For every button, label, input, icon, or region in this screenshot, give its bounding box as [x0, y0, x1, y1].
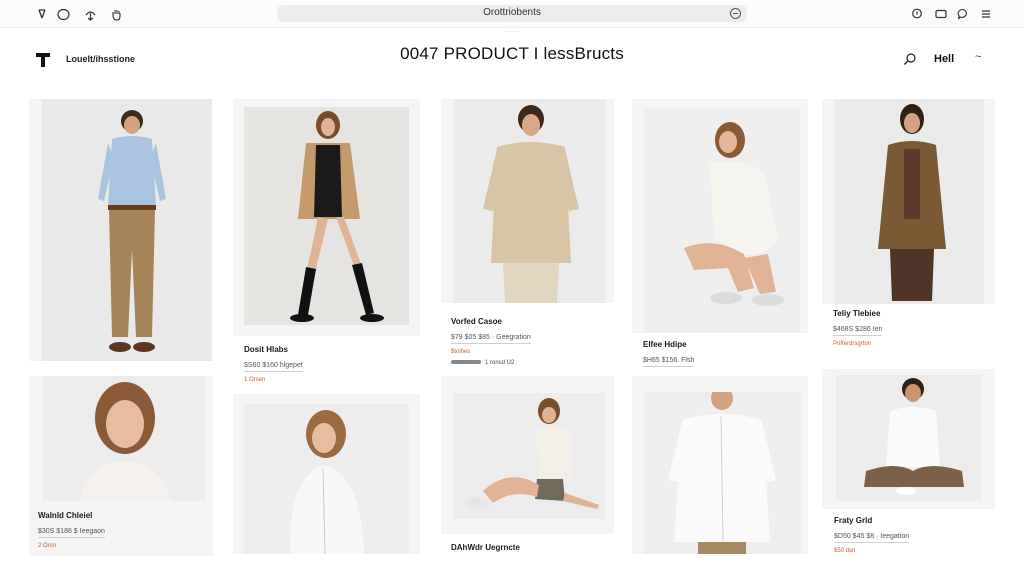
color-swatch[interactable] [451, 360, 481, 365]
hand-icon[interactable] [108, 6, 124, 22]
product-card[interactable]: Fraty Grld $D50 $45 $8 · Ieegation $50 d… [822, 369, 995, 554]
search-icon[interactable] [903, 52, 917, 66]
product-info: Teliy Tlebiee $468S $286 Ien Prifterdrsg… [833, 309, 883, 347]
back-icon[interactable] [34, 6, 50, 22]
share-icon[interactable] [82, 6, 98, 22]
product-price: $D50 $45 $8 · Ieegation [834, 533, 910, 543]
browser-toolbar: Orottriobents [0, 0, 1024, 28]
product-image[interactable] [244, 404, 409, 554]
product-image[interactable] [644, 108, 800, 333]
product-image[interactable] [453, 393, 605, 519]
product-card[interactable]: Vorfed Casoe $79 $05 $85 · Geegration $t… [441, 99, 614, 366]
product-info: Vorfed Casoe $79 $05 $85 · Geegration $t… [451, 317, 531, 366]
product-name[interactable]: Dosit Hlabs [244, 345, 303, 354]
product-card[interactable]: Elfee Hdipe $H65 $156. Flsh [632, 99, 808, 367]
product-info: DAhWdr Uegrncte [451, 543, 520, 552]
product-image[interactable] [453, 99, 606, 303]
product-price: $79 $05 $85 · Geegration [451, 334, 531, 344]
minus-circle-icon[interactable] [730, 8, 741, 19]
product-name[interactable]: Walnld Chleiel [38, 511, 105, 520]
product-stock: $50 dsn [834, 548, 856, 554]
product-card[interactable]: Dosit Hlabs $S60 $160 hlgepet 1 Orsen [233, 99, 420, 383]
chat-bubble-icon[interactable] [955, 6, 971, 22]
location-pin-icon[interactable] [909, 6, 925, 22]
page-title: 0047 PRODUCT I lessBructs [400, 44, 624, 63]
product-name[interactable]: Teliy Tlebiee [833, 309, 882, 318]
product-name[interactable]: Vorfed Casoe [451, 317, 531, 326]
product-image[interactable] [43, 376, 205, 501]
product-card[interactable]: DAhWdr Uegrncte [441, 376, 614, 552]
circle-icon[interactable] [55, 6, 71, 22]
product-price: $S60 $160 hlgepet [244, 362, 303, 372]
url-text: Orottriobents [483, 7, 541, 18]
menu-icon[interactable] [978, 6, 994, 22]
product-card[interactable] [29, 99, 212, 361]
product-name[interactable]: DAhWdr Uegrncte [451, 543, 520, 552]
product-info: Walnld Chleiel $30S $186 $ Ieegaon 2 Ors… [38, 511, 105, 549]
product-image[interactable] [644, 392, 801, 554]
window-icon[interactable] [933, 6, 949, 22]
product-price: $30S $186 $ Ieegaon [38, 528, 105, 538]
product-image[interactable] [42, 99, 212, 361]
product-card[interactable] [632, 376, 808, 554]
address-bar[interactable]: Orottriobents [277, 5, 747, 22]
product-card[interactable] [233, 394, 420, 554]
url-subtext: · · · · · [505, 29, 519, 35]
product-card[interactable]: Walnld Chleiel $30S $186 $ Ieegaon 2 Ors… [29, 376, 213, 556]
product-price: $H65 $156. Flsh [643, 357, 695, 367]
product-variant: 1 ronsd U2 [451, 360, 531, 366]
product-promo: Prifterdrsgrton [833, 341, 872, 347]
user-menu[interactable]: Hell [934, 53, 954, 65]
product-name[interactable]: Elfee Hdipe [643, 340, 694, 349]
product-info: Dosit Hlabs $S60 $160 hlgepet 1 Orsen [244, 345, 303, 383]
product-image[interactable] [244, 107, 409, 325]
product-image[interactable] [834, 99, 984, 304]
product-stock: 2 Orsn [38, 543, 57, 549]
product-price: $468S $286 Ien [833, 326, 883, 336]
product-card[interactable]: Teliy Tlebiee $468S $286 Ien Prifterdrsg… [822, 99, 995, 347]
product-name[interactable]: Fraty Grld [834, 516, 909, 525]
product-info: Elfee Hdipe $H65 $156. Flsh [643, 340, 695, 367]
product-image[interactable] [836, 375, 981, 501]
product-stock: 1 Orsen [244, 377, 266, 383]
chevron-down-icon[interactable]: ~ [975, 51, 981, 63]
product-info: Fraty Grld $D50 $45 $8 · Ieegation $50 d… [834, 516, 910, 554]
product-color: $tolhes [451, 349, 471, 355]
